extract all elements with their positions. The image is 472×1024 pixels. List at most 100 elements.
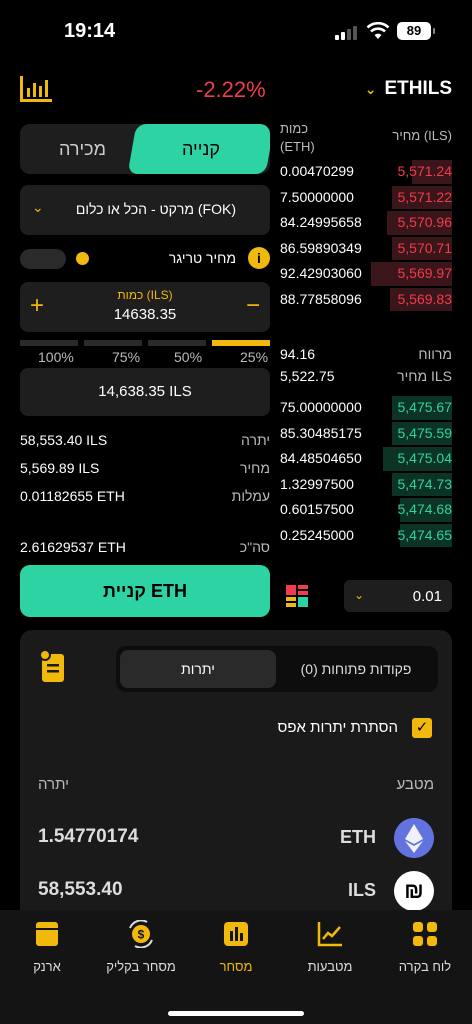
buy-eth-button[interactable]: קניית ETH	[20, 565, 270, 617]
percent-segment-75[interactable]	[84, 340, 142, 346]
percent-label[interactable]: 25%	[240, 349, 268, 365]
percent-label[interactable]: 75%	[112, 349, 140, 365]
orderbook-row[interactable]: 88.77858096 5,569.83	[280, 287, 452, 313]
tab-buy-label: קנייה	[181, 139, 221, 159]
nav-label: מסחר	[219, 959, 253, 974]
orderbook-asks: 0.00470299 5,571.24 7.50000000 5,571.22 84.2…	[280, 159, 452, 312]
document-icon[interactable]	[40, 650, 66, 682]
orderbook-price: 5,569.83	[397, 290, 453, 307]
orderbook-row[interactable]: 85.30485175 5,475.59	[280, 421, 452, 447]
summary-row-total: 2.61629537 ETH סה"כ	[20, 539, 270, 559]
minus-button[interactable]: −	[246, 292, 260, 320]
orderbook-qty: 92.42903060	[280, 265, 362, 281]
orderbook-price: 5,571.22	[397, 188, 453, 205]
summary-row-fees: 0.01182655 ETH עמלות	[20, 488, 270, 516]
orderbook-row[interactable]: 84.48504650 5,475.04	[280, 446, 452, 472]
tab-sell[interactable]: מכירה	[20, 124, 145, 174]
depth-step-value: 0.01	[412, 588, 442, 605]
trigger-toggle[interactable]	[20, 249, 66, 269]
hide-zero-row[interactable]: ✓ הסתרת יתרות אפס	[232, 718, 432, 740]
nav-trade[interactable]: מסחר	[189, 920, 283, 974]
asset-symbol: ILS	[347, 880, 376, 900]
percent-segment-100[interactable]	[20, 340, 78, 346]
orderbook-row[interactable]: 0.60157500 5,474.68	[280, 497, 452, 523]
orderbook-row[interactable]: 0.25245000 5,474.65	[280, 523, 452, 549]
quantity-stepper[interactable]: + כמות (ILS) 14638.35 −	[20, 282, 270, 332]
chart-icon[interactable]	[20, 76, 52, 102]
quantity-input[interactable]: 14638.35	[20, 306, 270, 323]
shekel-icon: ₪	[394, 871, 434, 911]
col-currency-header: מטבע	[396, 776, 435, 793]
quantity-label: כמות (ILS)	[117, 288, 173, 302]
asset-balance: 58,553.40	[38, 879, 123, 900]
chevron-down-icon: ⌄	[354, 588, 365, 602]
summary-label: יתרה	[241, 432, 270, 448]
card-tabs: יתרות פקודות פתוחות (0)	[116, 646, 438, 692]
orderbook-price: 5,475.59	[397, 424, 453, 441]
orderbook-row[interactable]: 92.42903060 5,569.97	[280, 261, 452, 287]
percent-label[interactable]: 50%	[174, 349, 202, 365]
percent-labels: 100% 75% 50% 25%	[20, 349, 270, 365]
nav-label: מסחר בקליק	[106, 959, 176, 974]
asset-row-ils[interactable]: 58,553.40 ILS ₪	[38, 871, 434, 911]
percent-segment-50[interactable]	[148, 340, 206, 346]
coin-exchange-icon: $	[129, 919, 153, 949]
orderbook-qty: 75.00000000	[280, 399, 362, 415]
asset-balance: 1.54770174	[38, 826, 139, 847]
chevron-down-icon: ⌄	[32, 199, 44, 215]
summary-row-price: 5,569.89 ILS מחיר	[20, 460, 270, 488]
tab-open-orders[interactable]: פקודות פתוחות (0)	[278, 650, 434, 688]
chevron-down-icon: ⌄	[364, 80, 377, 97]
nav-coins[interactable]: מטבעות	[283, 920, 377, 974]
spread-value: 94.16	[280, 346, 316, 362]
tab-buy[interactable]: קנייה	[127, 124, 270, 174]
nav-wallet[interactable]: ארנק	[0, 920, 94, 974]
orderbook-qty: 7.50000000	[280, 188, 354, 205]
orderbook-row[interactable]: 86.59890349 5,570.71	[280, 236, 452, 262]
orderbook-row[interactable]: 7.50000000 5,571.22	[280, 185, 452, 211]
nav-dashboard[interactable]: לוח בקרה	[378, 920, 472, 974]
pair-selector[interactable]: ⌄ ETHILS	[365, 78, 452, 100]
col-balance-header: יתרה	[38, 776, 70, 793]
order-type-select[interactable]: ⌄ מרקט - הכל או כלום (FOK)	[20, 185, 270, 235]
percent-slider[interactable]	[20, 340, 270, 346]
tab-balances[interactable]: יתרות	[120, 650, 276, 688]
orderbook-col-price: מחיר (ILS)	[392, 128, 452, 143]
depth-step-select[interactable]: ⌄ 0.01	[344, 580, 452, 612]
total-field[interactable]: 14,638.35 ILS	[20, 368, 270, 416]
mid-price-label: מחיר ILS	[397, 368, 452, 384]
svg-text:$: $	[138, 928, 145, 942]
orderbook-row[interactable]: 1.32997500 5,474.73	[280, 472, 452, 498]
asset-symbol: ETH	[340, 827, 376, 847]
info-icon[interactable]: i	[248, 247, 270, 269]
percent-segment-25[interactable]	[212, 340, 270, 346]
orderbook-price: 5,475.67	[397, 399, 453, 415]
summary-label: מחיר	[240, 460, 270, 476]
orderbook-qty: 1.32997500	[280, 475, 354, 492]
percent-label[interactable]: 100%	[38, 349, 74, 365]
orderbook-row[interactable]: 0.00470299 5,571.24	[280, 159, 452, 185]
dashboard-icon	[413, 922, 437, 946]
asset-row-eth[interactable]: 1.54770174 ETH	[38, 818, 434, 858]
status-bar: 19:14 89	[0, 0, 472, 60]
summary-total-label: סה"כ	[239, 539, 270, 555]
hide-zero-label: הסתרת יתרות אפס	[277, 719, 398, 736]
orderbook-bids: 75.00000000 5,475.67 85.30485175 5,475.59 84…	[280, 395, 452, 548]
checkbox-icon[interactable]: ✓	[412, 718, 432, 738]
price-change: -2.22%	[196, 77, 266, 102]
nav-quick-trade[interactable]: $ מסחר בקליק	[94, 919, 188, 974]
orderbook-price: 5,474.65	[397, 526, 453, 543]
side-tabs: מכירה קנייה	[20, 124, 270, 174]
home-indicator[interactable]	[168, 1011, 304, 1016]
ethereum-icon	[394, 818, 434, 858]
orderbook-layout-icon[interactable]	[286, 585, 308, 607]
orderbook-price: 5,570.71	[397, 239, 453, 256]
status-time: 19:14	[64, 20, 116, 42]
summary-row-balance: 58,553.40 ILS יתרה	[20, 432, 270, 460]
orderbook-price: 5,569.97	[397, 265, 453, 281]
orderbook-qty: 88.77858096	[280, 290, 362, 307]
orderbook-row[interactable]: 75.00000000 5,475.67	[280, 395, 452, 421]
orderbook-price: 5,474.73	[397, 475, 453, 492]
orderbook-qty: 84.24995658	[280, 214, 362, 230]
orderbook-row[interactable]: 84.24995658 5,570.96	[280, 210, 452, 236]
